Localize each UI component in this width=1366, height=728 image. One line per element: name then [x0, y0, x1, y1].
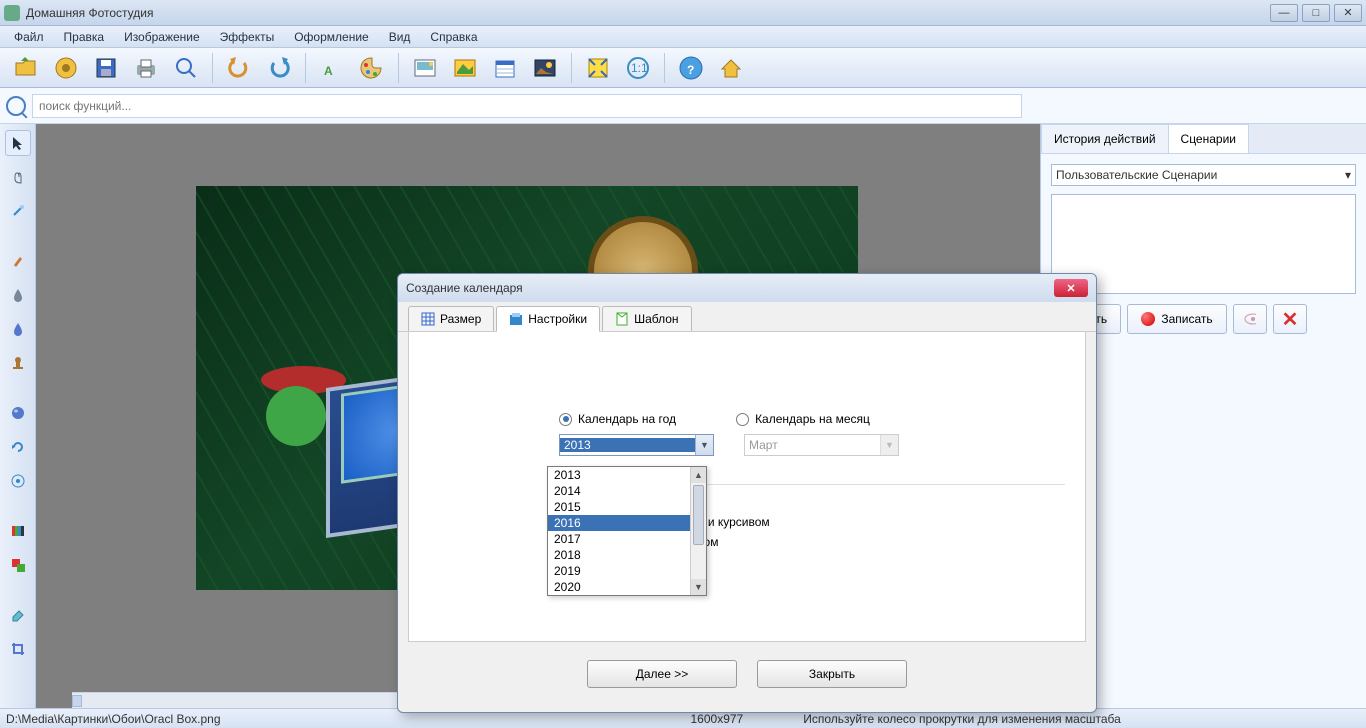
tool-crop[interactable]: [5, 636, 31, 662]
tab-history[interactable]: История действий: [1041, 124, 1169, 153]
close-button[interactable]: Закрыть: [757, 660, 907, 688]
wheel-button[interactable]: [48, 51, 84, 85]
radio-icon: [736, 413, 749, 426]
chevron-down-icon: ▾: [1345, 168, 1351, 182]
chevron-down-icon: ▼: [880, 435, 898, 455]
save-button[interactable]: [88, 51, 124, 85]
dialog-tab-settings[interactable]: Настройки: [496, 306, 600, 332]
print-button[interactable]: [128, 51, 164, 85]
dropdown-scrollbar[interactable]: ▲ ▼: [690, 467, 706, 595]
tool-stamp[interactable]: [5, 350, 31, 376]
dialog-tab-size[interactable]: Размер: [408, 306, 494, 331]
menu-help[interactable]: Справка: [420, 28, 487, 46]
tool-eraser[interactable]: [5, 602, 31, 628]
tool-pointer[interactable]: [5, 130, 31, 156]
calendar-dialog: Создание календаря ✕ Размер Настройки Ша…: [397, 273, 1097, 713]
left-toolbox: [0, 124, 36, 708]
scenario-select[interactable]: Пользовательские Сценарии ▾: [1051, 164, 1356, 186]
calendar-button[interactable]: [487, 51, 523, 85]
tool-sphere[interactable]: [5, 400, 31, 426]
tool-swap[interactable]: [5, 552, 31, 578]
help-button[interactable]: ?: [673, 51, 709, 85]
scroll-down-icon[interactable]: ▼: [691, 579, 706, 595]
window-title: Домашняя Фотостудия: [26, 6, 1270, 20]
dialog-tab-template[interactable]: Шаблон: [602, 306, 691, 331]
year-option[interactable]: 2019: [548, 563, 706, 579]
delete-button[interactable]: ✕: [1273, 304, 1307, 334]
tool-hand[interactable]: [5, 164, 31, 190]
year-option[interactable]: 2017: [548, 531, 706, 547]
status-path: D:\Media\Картинки\Обои\Oracl Box.png: [6, 712, 221, 726]
main-toolbar: A 1:1 ?: [0, 48, 1366, 88]
year-option[interactable]: 2016: [548, 515, 706, 531]
open-button[interactable]: [8, 51, 44, 85]
menu-image[interactable]: Изображение: [114, 28, 210, 46]
menu-file[interactable]: Файл: [4, 28, 54, 46]
dialog-titlebar: Создание календаря ✕: [398, 274, 1096, 302]
dialog-title: Создание календаря: [406, 281, 523, 295]
record-icon: [1141, 312, 1155, 326]
preview-button[interactable]: [1233, 304, 1267, 334]
year-dropdown-list[interactable]: 2013 2014 2015 2016 2017 2018 2019 2020 …: [547, 466, 707, 596]
undo-button[interactable]: [221, 51, 257, 85]
window-titlebar: Домашняя Фотостудия — □ ✕: [0, 0, 1366, 26]
app-icon: [4, 5, 20, 21]
tool-wand[interactable]: [5, 198, 31, 224]
svg-text:?: ?: [687, 63, 694, 77]
year-option[interactable]: 2020: [548, 579, 706, 595]
menu-effects[interactable]: Эффекты: [210, 28, 285, 46]
image1-button[interactable]: [407, 51, 443, 85]
search-icon: [6, 96, 26, 116]
radio-year[interactable]: Календарь на год: [559, 412, 676, 426]
menu-design[interactable]: Оформление: [284, 28, 378, 46]
fit-button[interactable]: [580, 51, 616, 85]
maximize-button[interactable]: □: [1302, 4, 1330, 22]
search-row: [0, 88, 1366, 124]
tool-brush[interactable]: [5, 248, 31, 274]
year-combo[interactable]: 2013▼: [559, 434, 714, 456]
dialog-body: Календарь на год Календарь на месяц 2013…: [408, 332, 1086, 642]
scroll-up-icon[interactable]: ▲: [691, 467, 706, 483]
radio-month[interactable]: Календарь на месяц: [736, 412, 870, 426]
palette-button[interactable]: [354, 51, 390, 85]
tool-drop[interactable]: [5, 282, 31, 308]
scenario-select-label: Пользовательские Сценарии: [1056, 168, 1217, 182]
tool-target[interactable]: [5, 468, 31, 494]
record-button[interactable]: Записать: [1127, 304, 1227, 334]
year-option[interactable]: 2013: [548, 467, 706, 483]
search-input[interactable]: [32, 94, 1022, 118]
tool-drop2[interactable]: [5, 316, 31, 342]
month-combo: Март▼: [744, 434, 899, 456]
year-option[interactable]: 2014: [548, 483, 706, 499]
x-icon: ✕: [1282, 307, 1299, 332]
image2-button[interactable]: [447, 51, 483, 85]
tool-rotate[interactable]: [5, 434, 31, 460]
onetoone-button[interactable]: 1:1: [620, 51, 656, 85]
menu-edit[interactable]: Правка: [54, 28, 115, 46]
svg-text:A: A: [324, 64, 333, 78]
scroll-thumb[interactable]: [693, 485, 704, 545]
menu-view[interactable]: Вид: [379, 28, 421, 46]
zoom-button[interactable]: [168, 51, 204, 85]
close-button[interactable]: ✕: [1334, 4, 1362, 22]
tab-scenarios[interactable]: Сценарии: [1168, 124, 1249, 153]
radio-icon: [559, 413, 572, 426]
status-hint: Используйте колесо прокрутки для изменен…: [803, 712, 1121, 726]
image3-button[interactable]: [527, 51, 563, 85]
minimize-button[interactable]: —: [1270, 4, 1298, 22]
svg-text:1:1: 1:1: [631, 61, 648, 75]
status-dimensions: 1600x977: [691, 712, 744, 726]
next-button[interactable]: Далее >>: [587, 660, 737, 688]
tool-gradient[interactable]: [5, 518, 31, 544]
year-option[interactable]: 2018: [548, 547, 706, 563]
redo-button[interactable]: [261, 51, 297, 85]
home-button[interactable]: [713, 51, 749, 85]
dialog-close-button[interactable]: ✕: [1054, 279, 1088, 297]
menubar: Файл Правка Изображение Эффекты Оформлен…: [0, 26, 1366, 48]
year-option[interactable]: 2015: [548, 499, 706, 515]
chevron-down-icon: ▼: [695, 435, 713, 455]
text-button[interactable]: A: [314, 51, 350, 85]
